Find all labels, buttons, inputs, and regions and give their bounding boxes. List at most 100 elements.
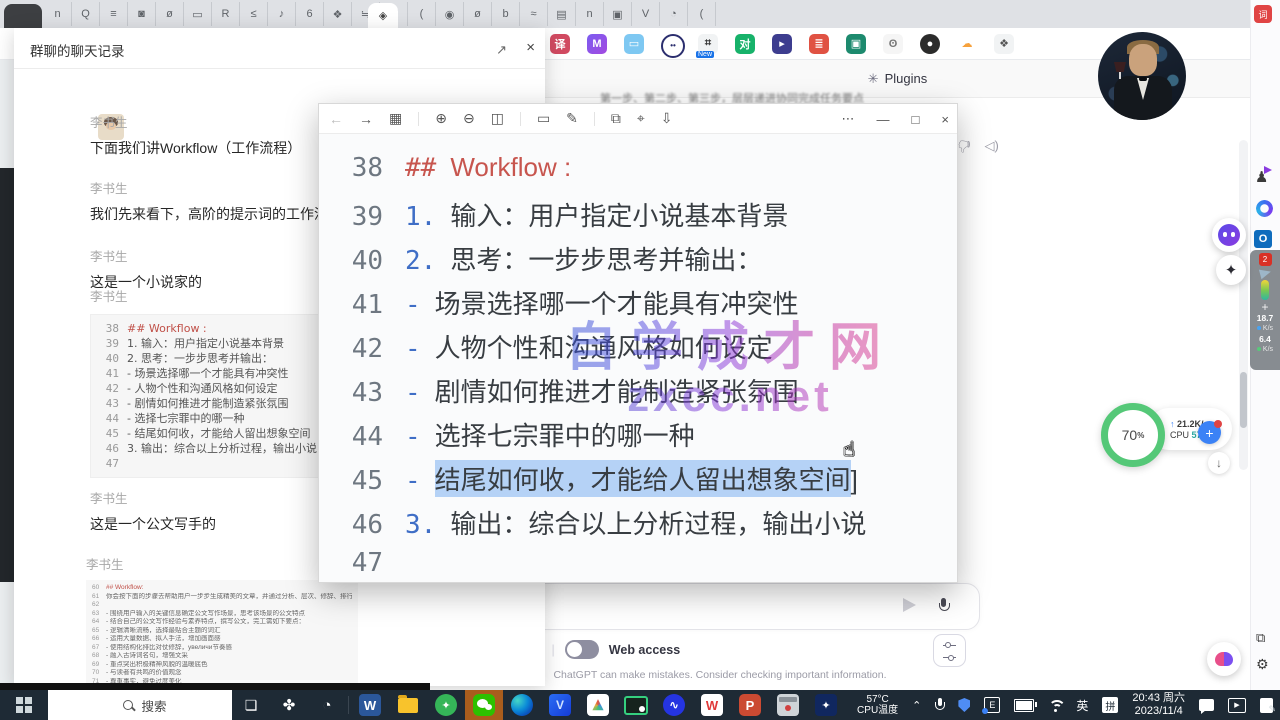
- browser-tab[interactable]: (: [408, 2, 436, 26]
- sender-name[interactable]: 李书生: [90, 116, 128, 130]
- browser-tab[interactable]: V: [632, 2, 660, 26]
- browser-tab[interactable]: ≈: [520, 2, 548, 26]
- minimize-icon[interactable]: —: [877, 112, 890, 127]
- screenshare-app-button[interactable]: [617, 690, 655, 720]
- sender-name[interactable]: 李书生: [90, 290, 128, 304]
- browser-tab[interactable]: ◉: [436, 2, 464, 26]
- tray-shield-icon[interactable]: [951, 690, 977, 720]
- baidu-pan-app-button[interactable]: ∿: [655, 690, 693, 720]
- bookmark-favicon[interactable]: ▸: [772, 34, 792, 54]
- tray-expand-chevron[interactable]: ⌃: [905, 690, 928, 720]
- cpu-temp-readout[interactable]: 57°CCPU温度: [850, 690, 905, 720]
- fit-window-icon[interactable]: ◫: [491, 110, 504, 127]
- taskbar-clock[interactable]: 20:43 周六2023/11/4: [1125, 690, 1192, 720]
- close-icon[interactable]: ×: [526, 39, 535, 56]
- ocr-icon[interactable]: ⌖: [637, 110, 645, 127]
- browser-tab[interactable]: ❖: [324, 2, 352, 26]
- bookmark-favicon[interactable]: ⌗ New: [698, 34, 718, 54]
- zoom-out-icon[interactable]: ⊖: [463, 110, 475, 127]
- browser-tab[interactable]: (: [688, 2, 716, 26]
- close-icon[interactable]: ×: [941, 112, 949, 127]
- notification-center-icon[interactable]: [1192, 690, 1221, 720]
- copy-icon[interactable]: ⧉: [611, 110, 621, 127]
- save-icon[interactable]: ⇩: [661, 110, 673, 127]
- thumbs-down-icon[interactable]: 🖓: [958, 138, 970, 160]
- bookmark-favicon[interactable]: 对: [735, 34, 755, 54]
- brain-extension-button[interactable]: [1207, 642, 1241, 676]
- sender-name[interactable]: 李书生: [86, 558, 124, 572]
- external-link-icon[interactable]: ⧉: [1256, 630, 1265, 646]
- browser-tab[interactable]: 6: [296, 2, 324, 26]
- powerpoint-app-button[interactable]: P: [731, 690, 769, 720]
- blue-app-button[interactable]: V: [541, 690, 579, 720]
- browser-tab[interactable]: ◔: [660, 2, 688, 26]
- more-icon[interactable]: ⋯: [842, 111, 855, 127]
- maximize-icon[interactable]: □: [912, 112, 920, 127]
- bookmark-favicon[interactable]: ʘ: [883, 34, 903, 54]
- start-button[interactable]: [0, 690, 48, 720]
- bookmark-favicon[interactable]: ❖: [994, 34, 1014, 54]
- back-icon[interactable]: ←: [329, 111, 343, 127]
- cpu-usage-ring[interactable]: 70%: [1101, 403, 1165, 467]
- edit-icon[interactable]: ✎: [566, 110, 578, 127]
- bookmark-favicon[interactable]: ☁: [957, 34, 977, 54]
- browser-tab-active[interactable]: ◈: [368, 3, 398, 28]
- sender-name[interactable]: 李书生: [90, 492, 128, 506]
- browser-tab[interactable]: ≡: [100, 2, 128, 26]
- wifi-icon[interactable]: [1041, 690, 1069, 720]
- browser-tab[interactable]: ◙: [128, 2, 156, 26]
- cortana-app-button[interactable]: ◔: [308, 690, 346, 720]
- sparkle-button[interactable]: ✦: [1216, 255, 1246, 285]
- bookmark-favicon[interactable]: ●: [920, 34, 940, 54]
- bookmark-favicon[interactable]: 译: [550, 34, 570, 54]
- taskbar-search[interactable]: 搜索: [48, 690, 232, 720]
- network-monitor-panel[interactable]: 2 + 18.7 K/s 6.4 K/s: [1250, 250, 1280, 370]
- task-view-button[interactable]: ❏: [232, 690, 270, 720]
- explorer-app-button[interactable]: [389, 690, 427, 720]
- sidebar-dict-icon[interactable]: 词: [1254, 5, 1272, 23]
- stars-app-button[interactable]: ✦: [807, 690, 845, 720]
- knot-app-button[interactable]: [579, 690, 617, 720]
- browser-tab[interactable]: ▣: [604, 2, 632, 26]
- web-access-toggle[interactable]: [565, 640, 599, 659]
- browser-tab[interactable]: ♪: [268, 2, 296, 26]
- send-icon[interactable]: [903, 598, 916, 612]
- grid-view-icon[interactable]: ▦: [389, 110, 402, 127]
- browser-tab[interactable]: ø: [464, 2, 492, 26]
- bookmark-favicon[interactable]: ≣: [809, 34, 829, 54]
- speaker-icon[interactable]: ◁): [984, 138, 998, 160]
- browser-tab[interactable]: n: [576, 2, 604, 26]
- page-scrollbar-thumb[interactable]: [1240, 372, 1247, 428]
- media-popup-icon[interactable]: ▶: [1221, 690, 1253, 720]
- tray-mic-icon[interactable]: [928, 690, 951, 720]
- green-app-button[interactable]: ✦: [427, 690, 465, 720]
- chess-pawn-icon[interactable]: ♟: [1255, 168, 1268, 186]
- browser-tab[interactable]: ≤: [240, 2, 268, 26]
- bookmark-favicon[interactable]: M: [587, 34, 607, 54]
- bookmark-favicon[interactable]: ▭: [624, 34, 644, 54]
- wps-app-button[interactable]: W: [693, 690, 731, 720]
- tune-settings-button[interactable]: [933, 634, 966, 667]
- browser-tab[interactable]: [4, 4, 42, 28]
- bookmark-favicon[interactable]: ▣: [846, 34, 866, 54]
- copilot-swirl-icon[interactable]: [1256, 200, 1273, 217]
- assistant-robot-button[interactable]: [1212, 218, 1246, 252]
- ime-mode-icon[interactable]: 拼: [1095, 690, 1125, 720]
- sender-name[interactable]: 李书生: [90, 250, 128, 264]
- forward-icon[interactable]: ↗: [496, 42, 507, 58]
- pinwheel-app-button[interactable]: ✤: [270, 690, 308, 720]
- wechat-app-button[interactable]: [465, 690, 503, 720]
- word-app-button[interactable]: W: [351, 690, 389, 720]
- outlook-icon[interactable]: O: [1254, 230, 1272, 248]
- browser-tab[interactable]: Q: [72, 2, 100, 26]
- settings-gear-icon[interactable]: ⚙: [1256, 656, 1269, 673]
- tray-e-app-icon[interactable]: E: [977, 690, 1007, 720]
- zoom-in-icon[interactable]: ⊕: [435, 110, 447, 127]
- browser-tab[interactable]: ø: [156, 2, 184, 26]
- crop-icon[interactable]: ▭: [537, 110, 550, 127]
- browser-tab[interactable]: ▤: [548, 2, 576, 26]
- browser-tab[interactable]: R: [212, 2, 240, 26]
- bookmark-favicon[interactable]: ••: [661, 34, 681, 54]
- sender-name[interactable]: 李书生: [90, 182, 128, 196]
- add-widget-button[interactable]: +: [1198, 421, 1221, 444]
